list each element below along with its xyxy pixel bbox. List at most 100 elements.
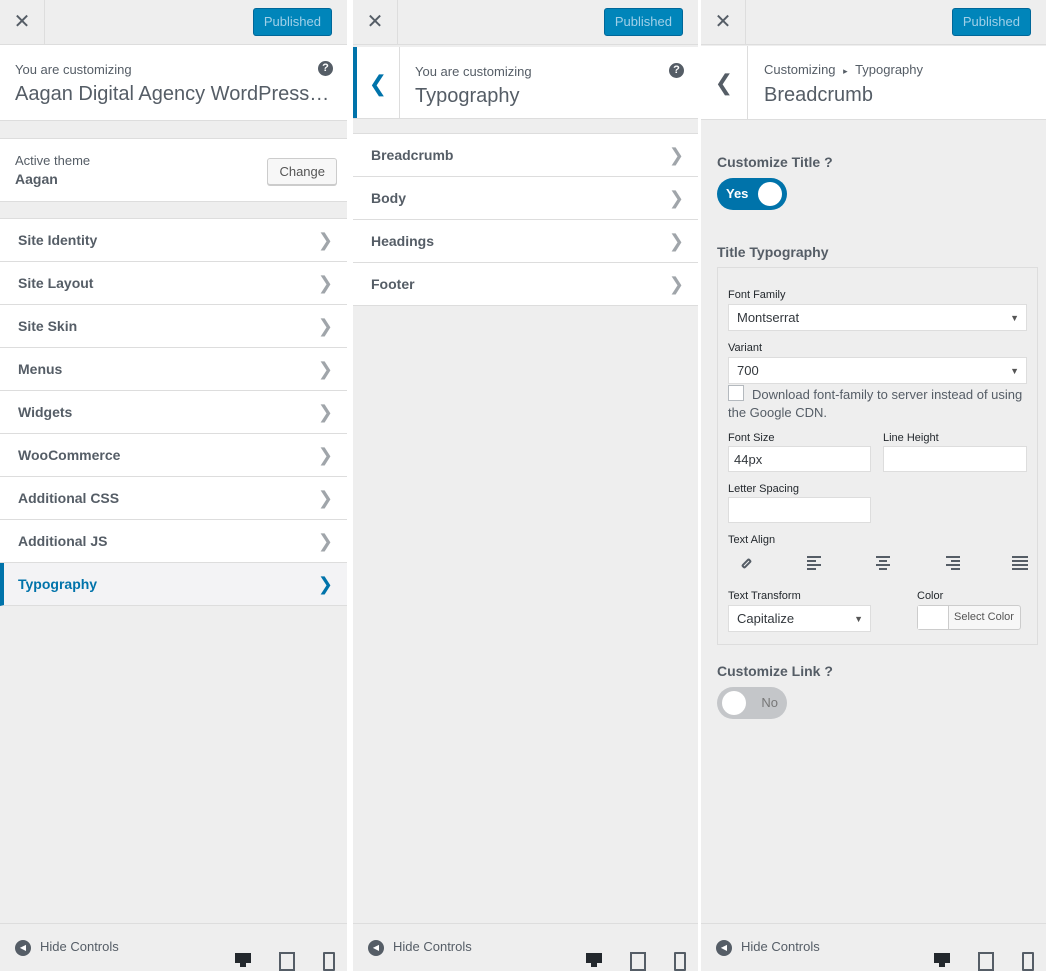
device-switcher bbox=[235, 952, 335, 971]
menu-item-headings[interactable]: Headings ❯ bbox=[353, 220, 698, 263]
customizer-panel-main: ✕ Published You are customizing Aagan Di… bbox=[0, 0, 347, 971]
line-height-label: Line Height bbox=[883, 432, 939, 444]
font-size-input[interactable]: 44px bbox=[728, 446, 871, 472]
menu-item-footer[interactable]: Footer ❯ bbox=[353, 263, 698, 306]
section-header: ❮ Customizing ▸ Typography Breadcrumb bbox=[701, 46, 1046, 120]
help-icon[interactable]: ? bbox=[669, 63, 684, 78]
chevron-right-icon: ❯ bbox=[317, 488, 333, 508]
chevron-right-icon: ❯ bbox=[317, 273, 333, 293]
align-right-icon[interactable] bbox=[944, 555, 960, 570]
menu-item-menus[interactable]: Menus ❯ bbox=[0, 348, 347, 391]
close-icon[interactable]: ✕ bbox=[353, 0, 398, 45]
menu-item-site-layout[interactable]: Site Layout ❯ bbox=[0, 262, 347, 305]
top-bar: ✕ Published bbox=[701, 0, 1046, 45]
chevron-right-icon: ❯ bbox=[317, 316, 333, 336]
chevron-right-icon: ❯ bbox=[668, 188, 684, 208]
align-left-icon[interactable] bbox=[806, 555, 823, 570]
font-family-select[interactable]: Montserrat ▼ bbox=[728, 304, 1027, 331]
customize-title-toggle[interactable]: Yes bbox=[717, 178, 787, 210]
align-center-icon[interactable] bbox=[875, 555, 891, 570]
hide-controls-button[interactable]: ◀ Hide Controls bbox=[368, 939, 472, 956]
chevron-right-icon: ❯ bbox=[668, 231, 684, 251]
color-picker-button[interactable]: Select Color bbox=[917, 605, 1021, 630]
desktop-icon[interactable] bbox=[586, 952, 602, 968]
customize-link-label: Customize Link ? bbox=[717, 663, 833, 679]
color-label: Color bbox=[917, 590, 944, 602]
chevron-right-icon: ❯ bbox=[317, 402, 333, 422]
chevron-right-icon: ❯ bbox=[317, 574, 333, 594]
footer-bar: ◀ Hide Controls bbox=[0, 923, 347, 971]
hide-controls-button[interactable]: ◀ Hide Controls bbox=[716, 939, 820, 956]
publish-button[interactable]: Published bbox=[603, 8, 683, 36]
menu-item-widgets[interactable]: Widgets ❯ bbox=[0, 391, 347, 434]
dropdown-arrow-icon: ▼ bbox=[1010, 366, 1019, 376]
desktop-icon[interactable] bbox=[934, 952, 950, 968]
customizer-panel-breadcrumb: ✕ Published ❮ Customizing ▸ Typography B… bbox=[701, 0, 1046, 971]
download-font-label: Download font-family to server instead o… bbox=[728, 387, 1023, 420]
toggle-label: Yes bbox=[726, 186, 749, 201]
mobile-icon[interactable] bbox=[319, 952, 335, 971]
toggle-knob bbox=[758, 182, 782, 206]
breadcrumb-parent: Typography bbox=[855, 62, 924, 77]
menu-item-additional-js[interactable]: Additional JS ❯ bbox=[0, 520, 347, 563]
change-theme-button[interactable]: Change bbox=[267, 158, 337, 185]
menu-item-typography[interactable]: Typography ❯ bbox=[0, 563, 347, 606]
tablet-icon[interactable] bbox=[277, 952, 295, 971]
tablet-icon[interactable] bbox=[976, 952, 994, 971]
dropdown-arrow-icon: ▼ bbox=[854, 614, 863, 624]
back-icon[interactable]: ❮ bbox=[701, 46, 748, 119]
back-icon[interactable]: ❮ bbox=[353, 47, 400, 118]
chevron-right-icon: ❯ bbox=[668, 274, 684, 294]
menu-item-breadcrumb[interactable]: Breadcrumb ❯ bbox=[353, 134, 698, 177]
menu-item-body[interactable]: Body ❯ bbox=[353, 177, 698, 220]
eraser-icon[interactable] bbox=[738, 555, 754, 570]
text-transform-label: Text Transform bbox=[728, 590, 801, 602]
hide-controls-label: Hide Controls bbox=[393, 939, 472, 954]
section-header: ❮ You are customizing Typography ? bbox=[353, 47, 698, 119]
menu-item-label: Headings bbox=[371, 233, 435, 249]
menu-item-label: Site Layout bbox=[18, 275, 94, 291]
menu-item-label: Breadcrumb bbox=[371, 147, 454, 163]
tablet-icon[interactable] bbox=[628, 952, 646, 971]
close-icon[interactable]: ✕ bbox=[0, 0, 45, 45]
typography-menu: Breadcrumb ❯ Body ❯ Headings ❯ Footer ❯ bbox=[353, 133, 698, 306]
typography-controls: Font Family Montserrat ▼ Variant 700 ▼ D… bbox=[717, 267, 1038, 645]
menu-item-label: Menus bbox=[18, 361, 63, 377]
mobile-icon[interactable] bbox=[1018, 952, 1034, 971]
top-bar: ✕ Published bbox=[0, 0, 347, 45]
menu-item-label: Additional CSS bbox=[18, 490, 120, 506]
publish-button[interactable]: Published bbox=[951, 8, 1031, 36]
hide-controls-button[interactable]: ◀ Hide Controls bbox=[15, 939, 119, 956]
text-transform-value: Capitalize bbox=[737, 611, 795, 626]
site-title: Aagan Digital Agency WordPress Th... bbox=[15, 83, 332, 105]
publish-button[interactable]: Published bbox=[252, 8, 332, 36]
menu-item-additional-css[interactable]: Additional CSS ❯ bbox=[0, 477, 347, 520]
hide-controls-label: Hide Controls bbox=[40, 939, 119, 954]
menu-item-label: Typography bbox=[18, 576, 98, 592]
letter-spacing-input[interactable] bbox=[728, 497, 871, 523]
variant-select[interactable]: 700 ▼ bbox=[728, 357, 1027, 384]
chevron-right-icon: ❯ bbox=[668, 145, 684, 165]
customize-title-label: Customize Title ? bbox=[717, 154, 833, 170]
customize-link-toggle[interactable]: No bbox=[717, 687, 787, 719]
mobile-icon[interactable] bbox=[670, 952, 686, 971]
menu-item-site-identity[interactable]: Site Identity ❯ bbox=[0, 219, 347, 262]
chevron-right-icon: ❯ bbox=[317, 359, 333, 379]
customizer-info: You are customizing Aagan Digital Agency… bbox=[0, 45, 347, 121]
menu-item-woocommerce[interactable]: WooCommerce ❯ bbox=[0, 434, 347, 477]
text-align-label: Text Align bbox=[728, 534, 776, 546]
help-icon[interactable]: ? bbox=[318, 61, 333, 76]
toggle-knob bbox=[722, 691, 746, 715]
variant-label: Variant bbox=[728, 342, 763, 354]
section-title: Breadcrumb bbox=[764, 84, 873, 106]
menu-item-label: Additional JS bbox=[18, 533, 108, 549]
desktop-icon[interactable] bbox=[235, 952, 251, 968]
footer-bar: ◀ Hide Controls bbox=[701, 923, 1046, 971]
breadcrumb-root: Customizing bbox=[764, 62, 836, 77]
text-transform-select[interactable]: Capitalize ▼ bbox=[728, 605, 871, 632]
theme-name: Aagan bbox=[15, 171, 58, 187]
line-height-input[interactable] bbox=[883, 446, 1027, 472]
menu-item-site-skin[interactable]: Site Skin ❯ bbox=[0, 305, 347, 348]
close-icon[interactable]: ✕ bbox=[701, 0, 746, 45]
align-justify-icon[interactable] bbox=[1012, 555, 1028, 570]
